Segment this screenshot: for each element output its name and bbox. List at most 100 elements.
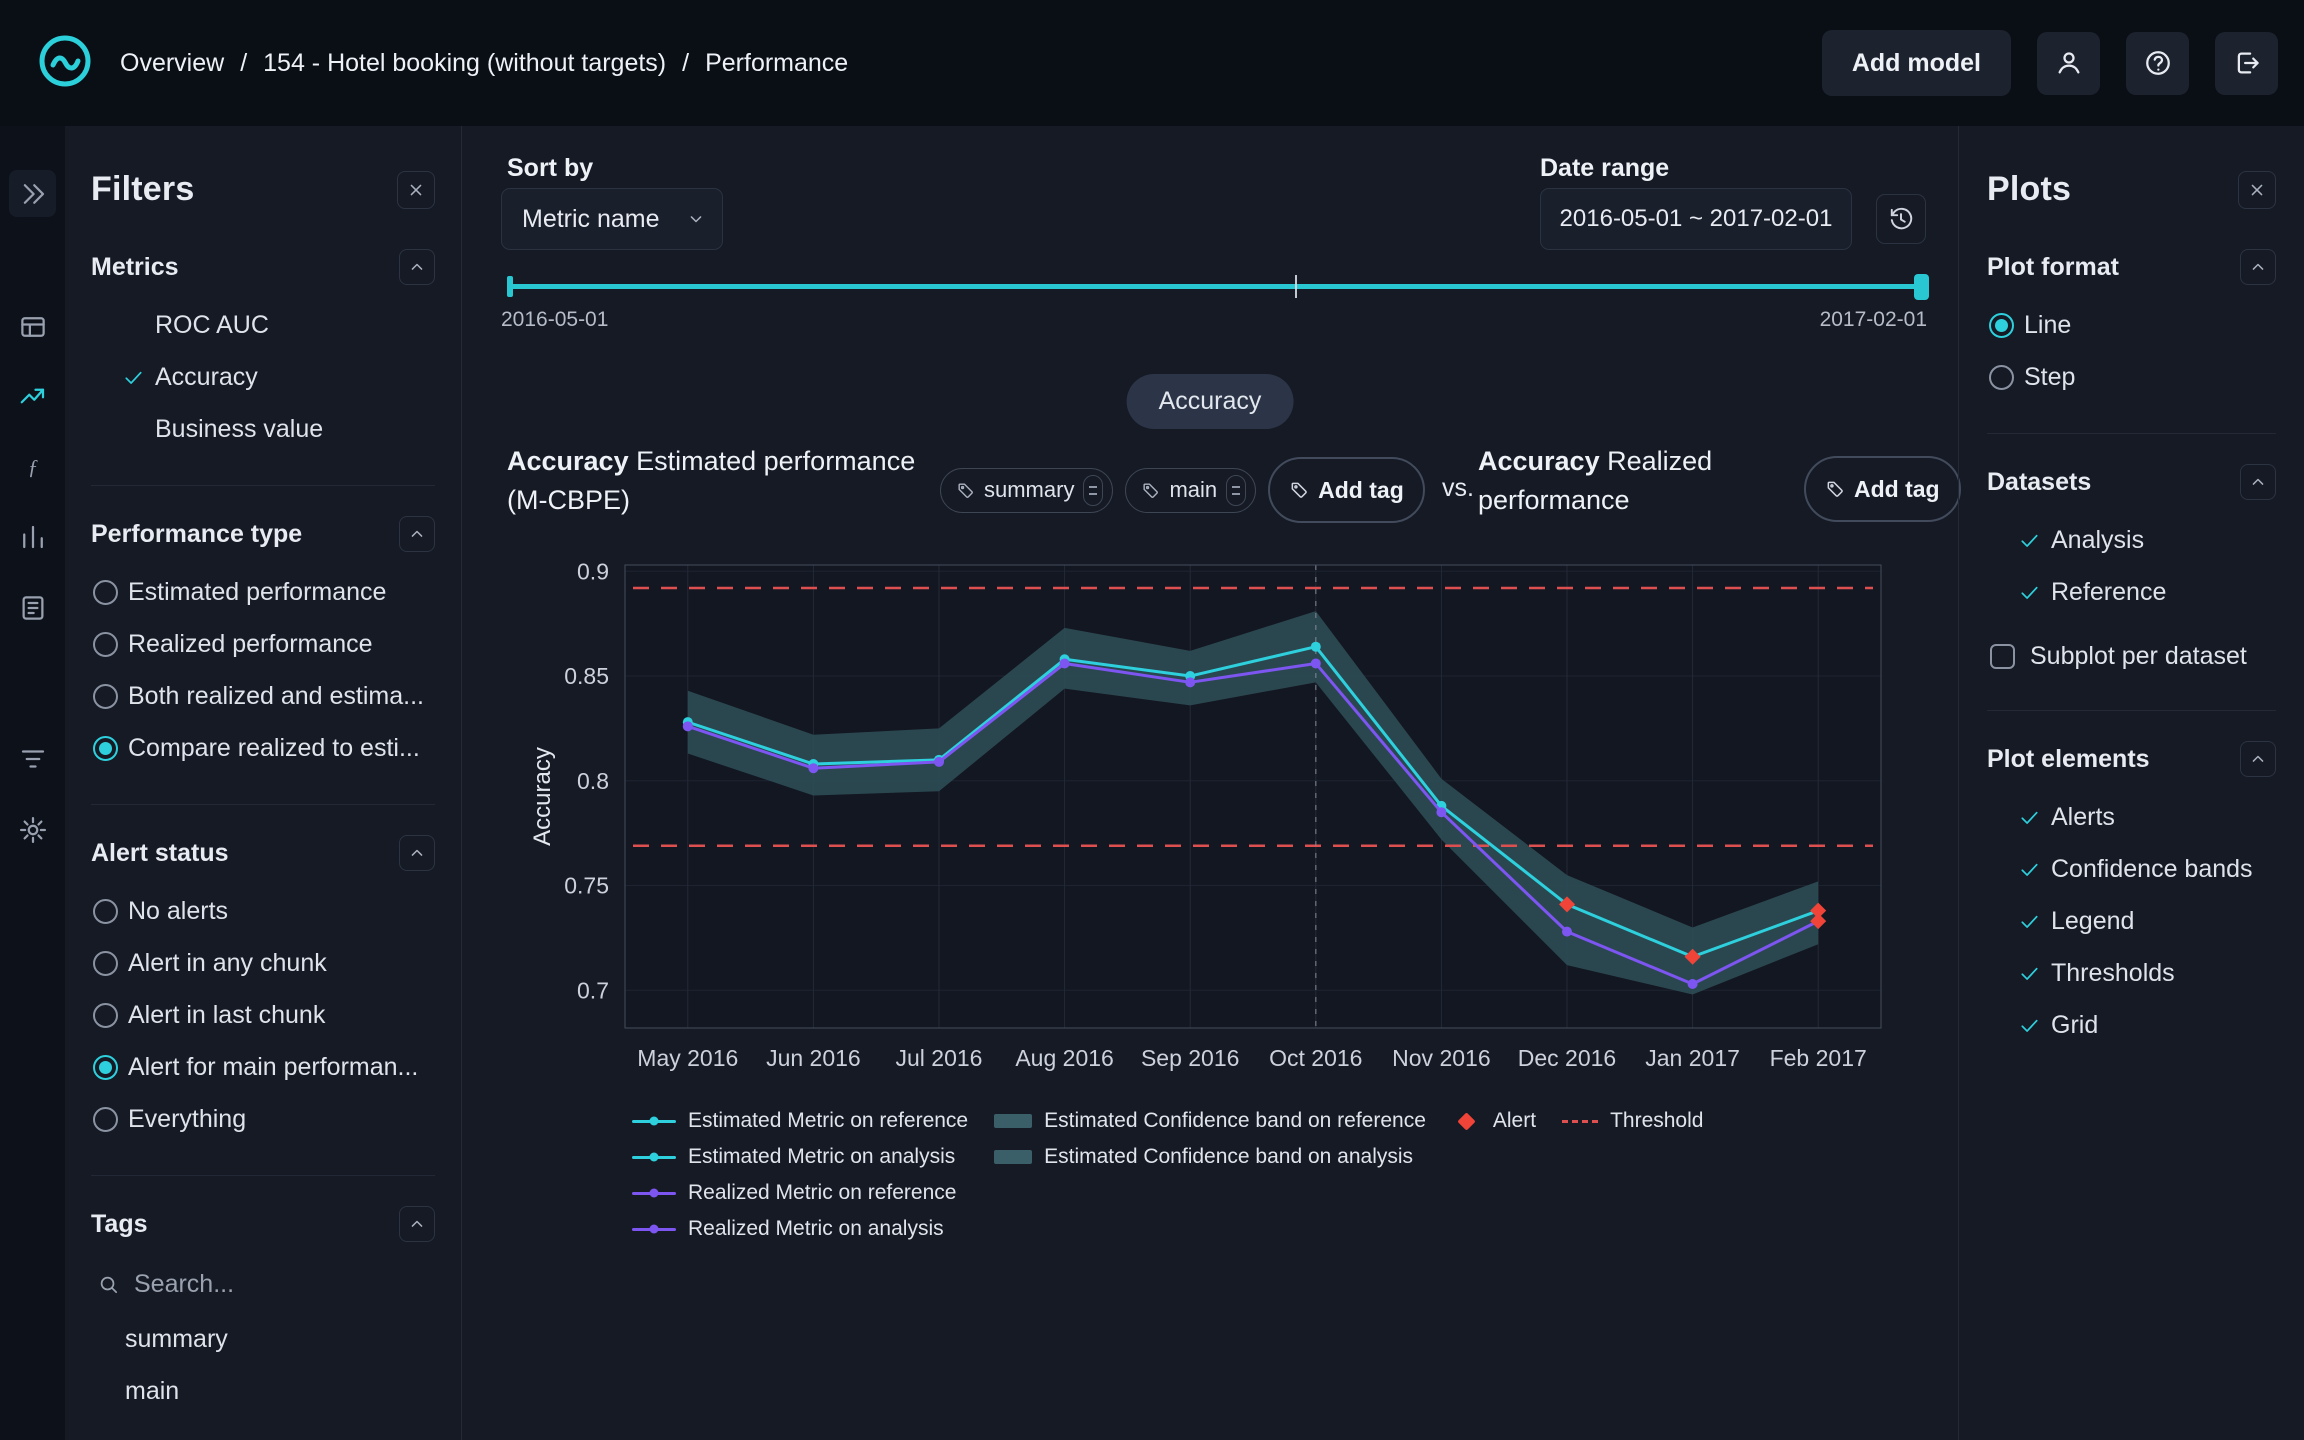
- legend-item-realized-metric-on-analysis[interactable]: Realized Metric on analysis: [632, 1214, 968, 1244]
- table-icon: [20, 316, 45, 337]
- radio-icon: [93, 631, 118, 657]
- date-range-reset-button[interactable]: [1876, 194, 1926, 244]
- rail-logs-button[interactable]: [9, 735, 56, 782]
- alert-status-option-alert-for-main-performan[interactable]: Alert for main performan...: [91, 1041, 435, 1093]
- plot-element-option-legend[interactable]: Legend: [1987, 895, 2276, 947]
- dataset-option-analysis[interactable]: Analysis: [1987, 514, 2276, 566]
- plot-element-option-alerts[interactable]: Alerts: [1987, 791, 2276, 843]
- rail-data-drift-button[interactable]: [9, 513, 56, 560]
- svg-text:Oct 2016: Oct 2016: [1269, 1045, 1362, 1071]
- subplot-per-dataset-checkbox[interactable]: Subplot per dataset: [1987, 632, 2276, 680]
- add-tag-label: Add tag: [1318, 476, 1404, 503]
- add-model-button[interactable]: Add model: [1821, 30, 2011, 96]
- alert-status-collapse-button[interactable]: [399, 835, 435, 871]
- plot-element-option-grid[interactable]: Grid: [1987, 999, 2276, 1051]
- plot-element-option-confidence-bands[interactable]: Confidence bands: [1987, 843, 2276, 895]
- tag-search-input[interactable]: [134, 1270, 374, 1299]
- chevron-up-icon: [2252, 478, 2264, 485]
- legend-item-estimated-confidence-band-on-analysis[interactable]: Estimated Confidence band on analysis: [994, 1142, 1426, 1172]
- option-label: Compare realized to esti...: [128, 733, 420, 762]
- tag-chip-actions-button[interactable]: [1226, 474, 1247, 506]
- add-tag-button-estimated[interactable]: Add tag: [1268, 457, 1425, 523]
- breadcrumb-item-overview[interactable]: Overview: [120, 49, 224, 78]
- option-label: Business value: [155, 414, 324, 443]
- check-slot: [122, 366, 155, 389]
- plots-close-button[interactable]: [2238, 170, 2276, 209]
- legend-item-alert[interactable]: Alert: [1452, 1106, 1536, 1136]
- legend-item-estimated-confidence-band-on-reference[interactable]: Estimated Confidence band on reference: [994, 1106, 1426, 1136]
- rail-concept-drift-button[interactable]: ƒ: [9, 443, 56, 490]
- dataset-option-reference[interactable]: Reference: [1987, 566, 2276, 618]
- performance-type-option-realized-performance[interactable]: Realized performance: [91, 618, 435, 670]
- slider-left-handle[interactable]: [507, 276, 513, 297]
- svg-text:Aug 2016: Aug 2016: [1015, 1045, 1113, 1071]
- plot-elements-collapse-button[interactable]: [2240, 741, 2276, 777]
- radio-icon: [93, 735, 118, 761]
- metrics-collapse-button[interactable]: [399, 249, 435, 285]
- tags-collapse-button[interactable]: [399, 1206, 435, 1242]
- filters-panel: Filters Metrics ROC AUC Accuracy Business …: [65, 126, 462, 1440]
- rail-performance-button[interactable]: [9, 372, 56, 419]
- slider-track[interactable]: [507, 284, 1927, 289]
- sort-by-dropdown[interactable]: Metric name: [501, 188, 723, 250]
- breadcrumb-item-154-hotel-booking-without-targets[interactable]: 154 - Hotel booking (without targets): [263, 49, 666, 78]
- svg-text:Jul 2016: Jul 2016: [896, 1045, 983, 1071]
- datasets-collapse-button[interactable]: [2240, 464, 2276, 500]
- metric-option-roc-auc[interactable]: ROC AUC: [91, 299, 435, 351]
- rail-settings-button[interactable]: [9, 806, 56, 853]
- legend-item-estimated-metric-on-reference[interactable]: Estimated Metric on reference: [632, 1106, 968, 1136]
- check-icon: [2021, 586, 2038, 599]
- datasets-title: Datasets: [1987, 467, 2092, 496]
- rail-data-quality-button[interactable]: [9, 584, 56, 631]
- tag-chip-summary[interactable]: summary: [940, 467, 1114, 513]
- plot-format-title: Plot format: [1987, 252, 2119, 281]
- metric-option-business-value[interactable]: Business value: [91, 403, 435, 455]
- tag-chip-actions-button[interactable]: [1083, 474, 1104, 506]
- rail-expand-sidebar-button[interactable]: [9, 170, 56, 217]
- bar-chart-icon: [22, 525, 43, 548]
- legend-item-threshold[interactable]: Threshold: [1562, 1106, 1703, 1136]
- metric-pill-accuracy[interactable]: Accuracy: [1126, 374, 1294, 429]
- slider-right-handle[interactable]: [1914, 274, 1929, 300]
- tag-item-main[interactable]: main: [91, 1365, 435, 1417]
- legend-item-realized-metric-on-reference[interactable]: Realized Metric on reference: [632, 1178, 968, 1208]
- plot-format-option-step[interactable]: Step: [1987, 351, 2276, 403]
- help-button[interactable]: [2126, 31, 2189, 95]
- alert-status-option-alert-in-any-chunk[interactable]: Alert in any chunk: [91, 937, 435, 989]
- date-range-input[interactable]: 2016-05-01 ~ 2017-02-01: [1540, 188, 1852, 250]
- alert-status-option-everything[interactable]: Everything: [91, 1093, 435, 1145]
- legend-label: Alert: [1492, 1109, 1537, 1132]
- plot-format-collapse-button[interactable]: [2240, 249, 2276, 285]
- slider-end-label: 2017-02-01: [1819, 308, 1927, 331]
- legend-line-swatch: [632, 1116, 676, 1126]
- alert-status-option-alert-in-last-chunk[interactable]: Alert in last chunk: [91, 989, 435, 1041]
- tag-chip-main[interactable]: main: [1125, 467, 1257, 513]
- account-button[interactable]: [2037, 31, 2100, 95]
- plot-format-option-line[interactable]: Line: [1987, 299, 2276, 351]
- performance-chart[interactable]: 0.9 0.85 0.8 0.75 0.7 May 2016 Jun 2016 Jul 201…: [520, 554, 1920, 1099]
- sort-by-label: Sort by: [507, 154, 594, 182]
- filters-close-button[interactable]: [397, 170, 435, 209]
- performance-type-option-both-realized-and-estima[interactable]: Both realized and estima...: [91, 670, 435, 722]
- logout-button[interactable]: [2215, 31, 2278, 95]
- legend-item-estimated-metric-on-analysis[interactable]: Estimated Metric on analysis: [632, 1142, 968, 1172]
- performance-type-option-estimated-performance[interactable]: Estimated performance: [91, 566, 435, 618]
- add-tag-button-realized[interactable]: Add tag: [1804, 456, 1961, 522]
- radio-icon: [93, 1106, 118, 1132]
- performance-type-option-compare-realized-to-esti[interactable]: Compare realized to esti...: [91, 722, 435, 774]
- tag-item-summary[interactable]: summary: [91, 1313, 435, 1365]
- date-range-slider[interactable]: [507, 272, 1929, 300]
- chevron-up-icon: [411, 530, 423, 537]
- legend-dash-swatch: [1562, 1119, 1599, 1123]
- subplot-per-dataset-label: Subplot per dataset: [2030, 641, 2247, 670]
- tag-icon: [1827, 481, 1843, 497]
- alert-status-option-no-alerts[interactable]: No alerts: [91, 885, 435, 937]
- tag-icon: [1291, 482, 1307, 498]
- metric-option-accuracy[interactable]: Accuracy: [91, 351, 435, 403]
- rail-model-overview-button[interactable]: [9, 303, 56, 350]
- realized-chart-title: Accuracy Realized performance: [1478, 442, 1733, 520]
- performance-type-collapse-button[interactable]: [399, 516, 435, 552]
- legend-band-swatch: [994, 1150, 1033, 1164]
- logo-icon: [39, 35, 91, 86]
- plot-element-option-thresholds[interactable]: Thresholds: [1987, 947, 2276, 999]
